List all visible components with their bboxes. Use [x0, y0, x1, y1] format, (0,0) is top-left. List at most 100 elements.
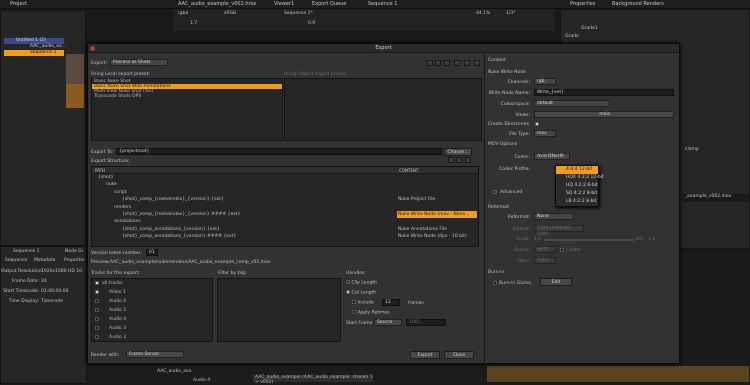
subtab-sequence[interactable]: Sequence	[5, 258, 27, 263]
tab-node-graph[interactable]: Node Gr	[65, 249, 84, 254]
clip-length-radio[interactable]	[346, 280, 350, 284]
subtab-metadata[interactable]: Metadata	[34, 258, 55, 263]
file-type-select[interactable]: mov	[534, 130, 556, 137]
codec-select[interactable]: Avid DNxHR	[534, 153, 570, 160]
tab-export-queue[interactable]: Export Queue	[312, 1, 346, 7]
subtab-properties[interactable]: Propertie	[64, 258, 84, 263]
remove-preset-icon[interactable]	[435, 60, 441, 66]
revert-preset-icon[interactable]	[464, 60, 470, 66]
gain-value[interactable]: 1.7	[190, 21, 197, 26]
apply-retimes-option[interactable]: Apply Retimes	[352, 310, 390, 316]
cut-length-radio[interactable]	[346, 290, 350, 294]
tab-sequence[interactable]: Sequence 1	[368, 1, 397, 7]
ratio-select[interactable]: 1/3*	[506, 11, 516, 16]
track-row[interactable]: all tracks	[92, 279, 212, 288]
close-window-icon[interactable]	[90, 46, 95, 51]
include-handles-option[interactable]: Include	[352, 300, 374, 306]
codec-profile-option[interactable]: HQX 4:2:2 12-bit	[556, 174, 604, 182]
codec-profile-option[interactable]: LB 4:2:2 8-bit	[556, 198, 598, 206]
choose-button[interactable]: Choose...	[444, 148, 472, 156]
output-resolution-value[interactable]: 1920x1080 HD 10	[41, 269, 82, 274]
include-frames-field[interactable]: 12	[382, 299, 400, 306]
timeline-clip-short[interactable]: AAC_audio_exa	[157, 369, 191, 374]
advanced-toggle[interactable]	[493, 190, 497, 194]
export-mode-select[interactable]: Process as Shots	[110, 59, 168, 66]
cut-length-option[interactable]: Cut Length	[346, 290, 376, 296]
start-frame-mode-select[interactable]: Source	[374, 319, 402, 326]
export-button[interactable]: Export	[410, 351, 440, 359]
clip-length-option[interactable]: Clip Length	[346, 280, 377, 286]
add-file-icon[interactable]	[456, 157, 462, 163]
channel-select[interactable]: rgba	[178, 11, 188, 16]
copy-preset-icon[interactable]	[444, 60, 450, 66]
write-node-field[interactable]: Write_{ext}	[534, 89, 674, 96]
tab-properties[interactable]: Properties	[570, 1, 595, 7]
center-checkbox[interactable]	[560, 248, 564, 252]
codec-profile-option[interactable]: 4:4:4 12-bit	[556, 166, 598, 174]
filter-select[interactable]: Cubic	[534, 257, 556, 264]
grade1-node[interactable]: Grade1	[581, 26, 598, 31]
track-row[interactable]: Audio 4	[92, 315, 212, 324]
tree-row[interactable]: {shot}_comp_annotations_{version}.####.{…	[92, 233, 478, 240]
track-row[interactable]: Audio 5	[92, 306, 212, 315]
clip-thumbnail	[66, 54, 84, 84]
tree-row[interactable]: {shot}_comp_annotations_{version}.{ext} N…	[92, 226, 478, 233]
include-checkbox[interactable]	[352, 300, 356, 304]
tree-row[interactable]: annotations	[92, 218, 478, 225]
colorspace-select[interactable]: sRGB	[224, 11, 236, 16]
tab-sequence-panel[interactable]: Sequence 1	[13, 249, 40, 254]
tree-row[interactable]: {shot}_comp_{nameindex}_{version}.####.{…	[92, 210, 478, 218]
channels-select[interactable]: rgb	[534, 78, 556, 85]
tree-row-content: Nuke Write Node (dpx - 10 bit)	[398, 234, 467, 240]
close-button[interactable]: Close	[444, 351, 474, 359]
format-select[interactable]: 1920x1080 HD 1080	[534, 225, 584, 237]
track-row[interactable]: Video 1	[92, 288, 212, 297]
tab-sequence-file[interactable]: AAC_audio_example_v002.hrox	[178, 1, 256, 7]
save-preset-icon[interactable]	[454, 60, 460, 66]
track-row[interactable]: Audio 6	[92, 297, 212, 306]
add-preset-icon[interactable]	[427, 60, 433, 66]
frame-rate-value[interactable]: 24	[41, 279, 47, 284]
resize-select[interactable]: width	[534, 246, 556, 253]
render-with-select[interactable]: Frame Server	[126, 351, 184, 358]
tab-background-renders[interactable]: Background Renders	[612, 1, 664, 7]
tab-project[interactable]: Project	[10, 1, 27, 7]
start-timecode-value[interactable]: 01:00:00:00	[41, 289, 68, 294]
preset-item[interactable]: Transcode Shots DPX	[92, 94, 282, 99]
reformat-select[interactable]: None	[534, 213, 574, 220]
viewer-toolbar: rgba sRGB Sequence 1* 44.1% 1/3* 1.7 0.9	[174, 9, 554, 31]
scale-slider[interactable]	[544, 239, 634, 241]
track-row[interactable]: Audio 3	[92, 324, 212, 333]
tab-viewer[interactable]: Viewer1	[274, 1, 294, 7]
track-row[interactable]: Audio 2	[92, 333, 212, 341]
timeline-clip[interactable]: AAC_audio_example (AAC_audio_example: st…	[253, 375, 373, 385]
apply-retimes-checkbox[interactable]	[352, 310, 356, 314]
codec-profile-option[interactable]: SQ 4:2:2 8-bit	[556, 190, 598, 198]
project-row-selected[interactable]: Sequence 1	[4, 50, 64, 56]
version-field[interactable]: 01	[146, 249, 158, 256]
filter-tag-label: Filter by tag:	[218, 271, 247, 276]
scale-value[interactable]: 1.0	[534, 237, 541, 242]
gamma-value[interactable]: 0.9	[308, 21, 315, 26]
tree-row[interactable]: {shot}_comp_{nameindex}_{version}.{ext} N…	[92, 196, 478, 203]
edit-button[interactable]: Edit	[540, 278, 572, 286]
delete-item-icon[interactable]	[465, 157, 471, 163]
start-frame-field[interactable]: 1001	[406, 319, 446, 326]
burnin-checkbox[interactable]	[493, 281, 497, 285]
tree-row[interactable]: renders	[92, 204, 478, 211]
preset-menu-icon[interactable]	[474, 60, 480, 66]
add-folder-icon[interactable]	[448, 157, 454, 163]
create-dirs-checkbox[interactable]	[535, 122, 539, 126]
colourspace-select[interactable]: default	[534, 100, 610, 107]
tree-row[interactable]: nuke	[92, 181, 478, 188]
timeline-clip-right[interactable]: _example_v002.mov	[683, 194, 749, 202]
zoom-select[interactable]: 44.1%	[476, 11, 490, 16]
tree-row[interactable]: script	[92, 189, 478, 196]
channels-label: Channels:	[507, 80, 530, 85]
export-to-field[interactable]: {projectroot}	[116, 148, 442, 155]
tree-row[interactable]: {shot}	[92, 174, 478, 181]
views-select[interactable]: main	[534, 111, 674, 118]
codec-profile-option[interactable]: HQ 4:2:2 8-bit	[556, 182, 598, 190]
render-with-label: Render with:	[91, 353, 120, 358]
time-display-value[interactable]: Timecode	[41, 299, 63, 304]
